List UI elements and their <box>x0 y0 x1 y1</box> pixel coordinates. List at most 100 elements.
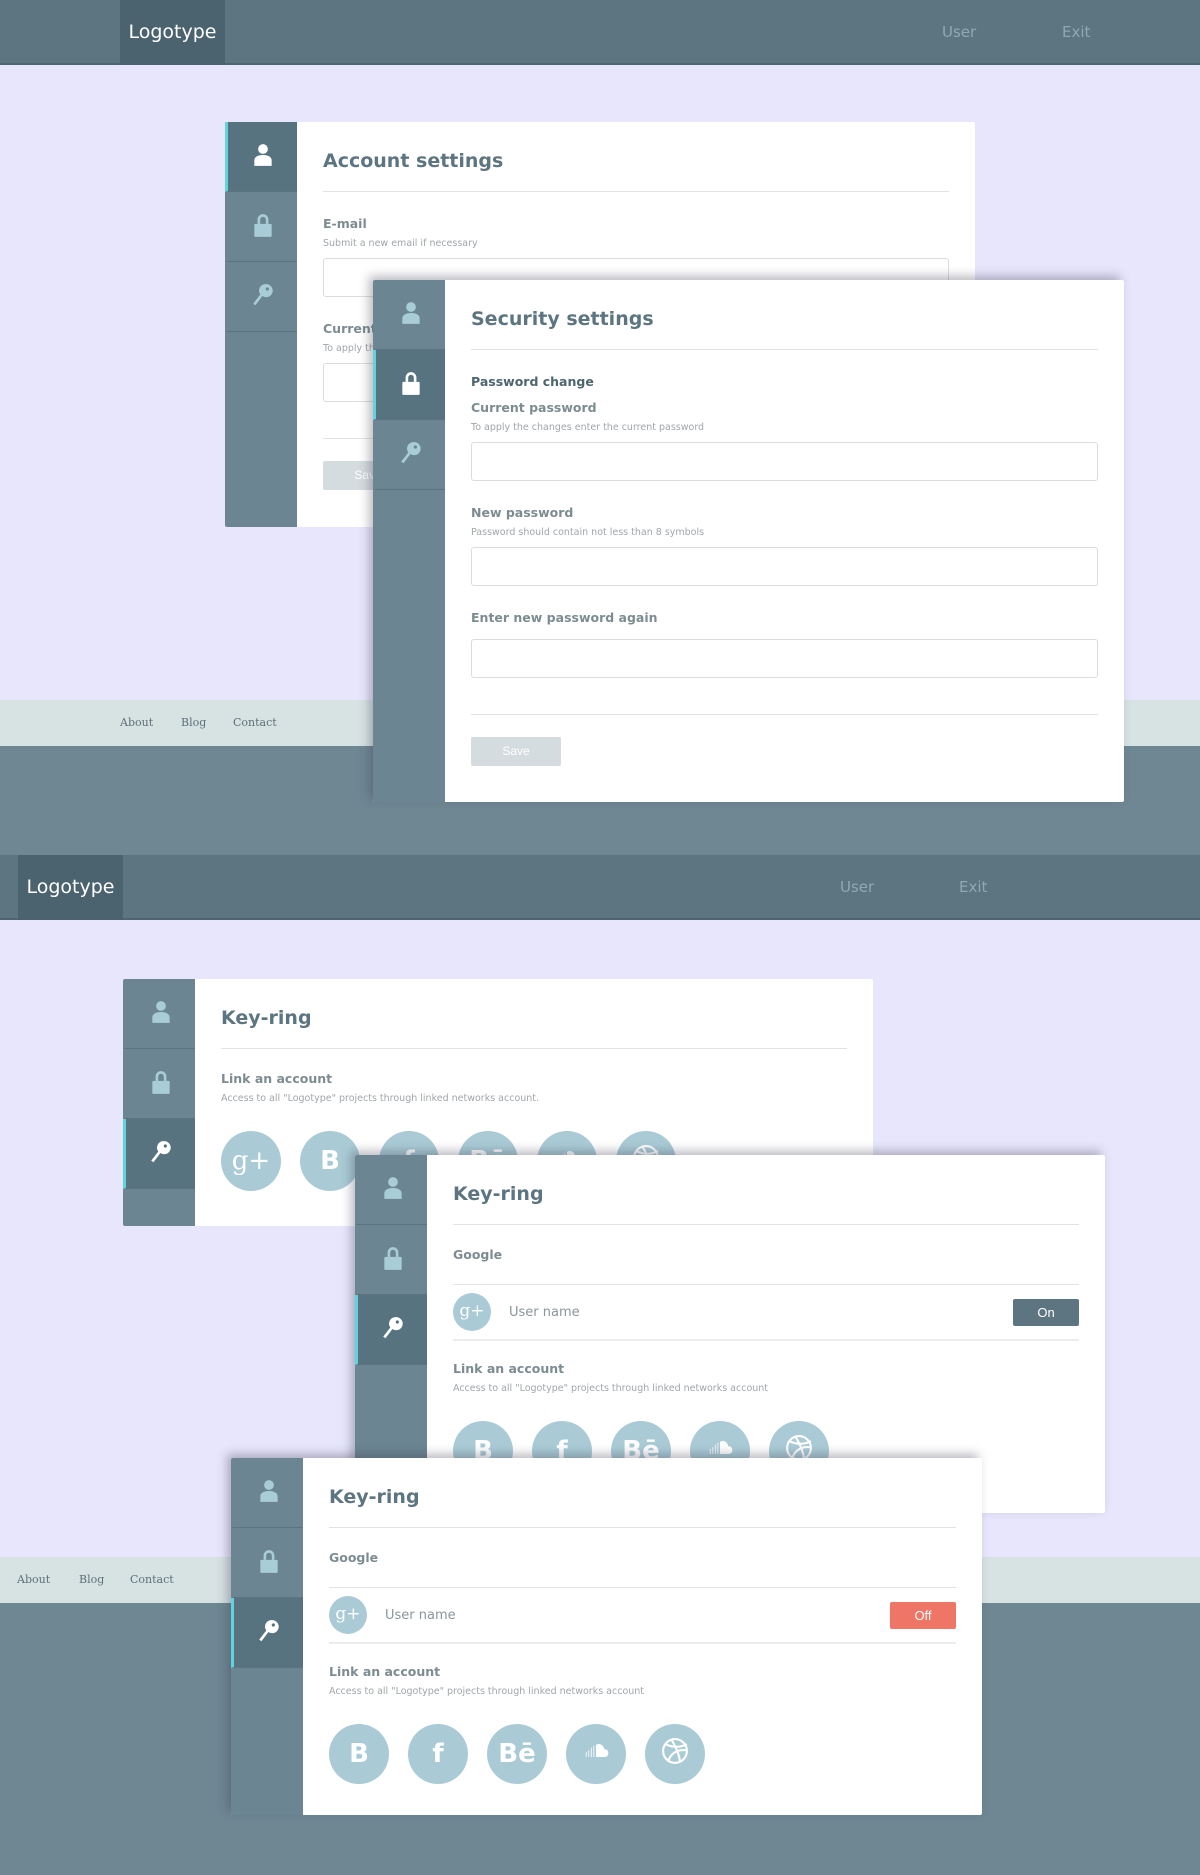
card-title: Security settings <box>471 308 654 330</box>
security-settings-card: Security settings Password change Current … <box>373 280 1124 802</box>
footer-about[interactable]: About <box>120 700 153 746</box>
toggle-button[interactable]: On <box>1013 1298 1079 1326</box>
google-plus-icon: g+ <box>329 1596 367 1634</box>
card-title: Key-ring <box>453 1183 544 1205</box>
soundcloud-icon <box>579 1734 613 1775</box>
field-label: Enter new password again <box>471 610 658 625</box>
current-password-input[interactable] <box>471 442 1098 481</box>
sidebar-item-user[interactable] <box>225 122 297 192</box>
user-icon <box>380 1175 406 1205</box>
key-icon <box>256 1618 282 1648</box>
sidebar-item-user[interactable] <box>231 1458 303 1528</box>
save-button[interactable]: Save <box>471 737 561 766</box>
user-icon <box>398 300 424 330</box>
google-plus-icon: g+ <box>453 1293 491 1331</box>
facebook-icon: f <box>432 1739 444 1769</box>
footer-contact[interactable]: Contact <box>130 1557 174 1603</box>
blogger-icon: B <box>349 1739 369 1769</box>
user-icon <box>256 1478 282 1508</box>
blogger-icon: B <box>320 1146 340 1176</box>
sidebar-item-user[interactable] <box>355 1155 427 1225</box>
social-behance[interactable]: Bē <box>487 1724 547 1784</box>
lock-icon <box>148 1069 174 1099</box>
social-blogger[interactable]: B <box>329 1724 389 1784</box>
sidebar-item-key[interactable] <box>373 420 445 490</box>
dribbble-icon <box>658 1734 692 1775</box>
social-google-plus[interactable]: g+ <box>221 1131 281 1191</box>
sidebar-item-key[interactable] <box>355 1295 427 1365</box>
card-content: Security settings Password change Current … <box>445 280 1124 802</box>
toggle-button[interactable]: Off <box>890 1601 956 1629</box>
section-heading: Link an account <box>221 1071 333 1086</box>
divider <box>471 714 1098 715</box>
field-label: Current password <box>471 400 597 415</box>
sidebar-item-lock[interactable] <box>355 1225 427 1295</box>
header: Logotype User Exit <box>0 0 1200 65</box>
card-title: Key-ring <box>329 1486 420 1508</box>
key-icon <box>380 1315 406 1345</box>
section-heading: Link an account <box>453 1361 565 1376</box>
card-content: Key-ring Google g+ User name Off Link an acco… <box>303 1458 982 1815</box>
social-buttons: Bf Bē <box>329 1724 956 1784</box>
sidebar <box>231 1458 303 1815</box>
footer-contact[interactable]: Contact <box>233 700 277 746</box>
nav-user[interactable]: User <box>840 855 874 920</box>
behance-icon: Bē <box>498 1739 536 1769</box>
sidebar-item-key[interactable] <box>225 262 297 332</box>
social-facebook[interactable]: f <box>408 1724 468 1784</box>
account-row-google: g+ User name On <box>453 1285 1079 1341</box>
divider <box>453 1224 1079 1225</box>
account-row-google: g+ User name Off <box>329 1588 956 1644</box>
sidebar <box>373 280 445 802</box>
logo[interactable]: Logotype <box>120 0 225 65</box>
section-heading: Password change <box>471 374 594 389</box>
field-hint: To apply the changes enter the current p… <box>471 422 705 433</box>
logo[interactable]: Logotype <box>18 855 123 920</box>
section-heading: Link an account <box>329 1664 441 1679</box>
key-icon <box>250 282 276 312</box>
divider <box>471 349 1098 350</box>
sidebar-item-lock[interactable] <box>231 1528 303 1598</box>
divider <box>323 191 949 192</box>
sidebar <box>225 122 297 527</box>
footer-blog[interactable]: Blog <box>181 700 206 746</box>
sidebar-item-key[interactable] <box>123 1119 195 1189</box>
nav-exit[interactable]: Exit <box>959 855 987 920</box>
section-hint: Access to all "Logotype" projects throug… <box>329 1686 645 1697</box>
sidebar-item-lock[interactable] <box>225 192 297 262</box>
key-icon <box>398 440 424 470</box>
footer-blog[interactable]: Blog <box>79 1557 104 1603</box>
social-blogger[interactable]: B <box>300 1131 360 1191</box>
sidebar-item-lock[interactable] <box>373 350 445 420</box>
sidebar-item-user[interactable] <box>373 280 445 350</box>
sidebar <box>123 979 195 1226</box>
nav-exit[interactable]: Exit <box>1062 0 1090 65</box>
sidebar-item-key[interactable] <box>231 1598 303 1668</box>
section-heading: Google <box>329 1550 379 1565</box>
user-icon <box>250 142 276 172</box>
field-label: New password <box>471 505 574 520</box>
card-title: Account settings <box>323 150 504 172</box>
footer-about[interactable]: About <box>17 1557 50 1603</box>
field-hint: Submit a new email if necessary <box>323 238 478 249</box>
social-soundcloud[interactable] <box>566 1724 626 1784</box>
header: Logotype User Exit <box>0 855 1200 920</box>
lock-icon <box>380 1245 406 1275</box>
nav-user[interactable]: User <box>942 0 976 65</box>
sidebar-item-user[interactable] <box>123 979 195 1049</box>
enter-new-password-again-input[interactable] <box>471 639 1098 678</box>
sidebar-item-lock[interactable] <box>123 1049 195 1119</box>
social-dribbble[interactable] <box>645 1724 705 1784</box>
google-plus-icon: g+ <box>231 1146 271 1176</box>
account-username: User name <box>385 1607 456 1623</box>
section-heading: Google <box>453 1247 503 1262</box>
keyring-card-off: Key-ring Google g+ User name Off Link an acco… <box>231 1458 982 1815</box>
card-title: Key-ring <box>221 1007 312 1029</box>
lock-icon <box>250 212 276 242</box>
section-hint: Access to all "Logotype" projects throug… <box>221 1093 540 1104</box>
new-password-input[interactable] <box>471 547 1098 586</box>
field-hint: Password should contain not less than 8 … <box>471 527 705 538</box>
divider <box>221 1048 847 1049</box>
user-icon <box>148 999 174 1029</box>
divider <box>329 1527 956 1528</box>
